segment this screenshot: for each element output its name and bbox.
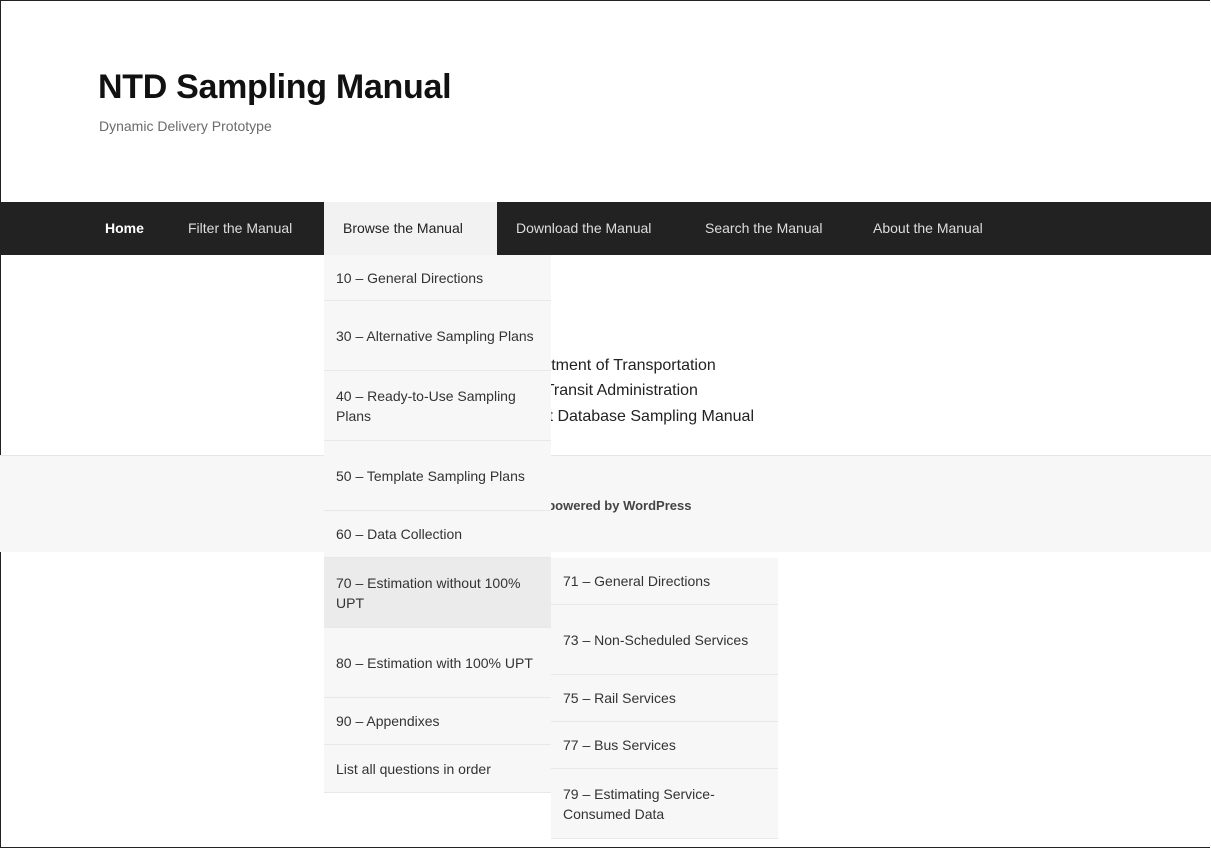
submenu-item-75[interactable]: 75 – Rail Services	[551, 675, 778, 722]
content-line-2: l Transit Administration	[537, 382, 698, 399]
browse-item-30[interactable]: 30 – Alternative Sampling Plans	[324, 301, 551, 371]
nav-search[interactable]: Search the Manual	[705, 202, 823, 255]
submenu-70: 71 – General Directions 73 – Non-Schedul…	[551, 558, 778, 839]
submenu-item-label: 73 – Non-Scheduled Services	[563, 631, 749, 648]
submenu-item-label: 77 – Bus Services	[563, 737, 676, 753]
content-line-1: artment of Transportation	[537, 357, 716, 374]
submenu-item-79[interactable]: 79 – Estimating Service-Consumed Data	[551, 769, 778, 839]
browse-dropdown: 10 – General Directions 30 – Alternative…	[324, 255, 551, 793]
content-line-3: sit Database Sampling Manual	[537, 408, 755, 425]
browse-item-40[interactable]: 40 – Ready-to-Use Sampling Plans	[324, 371, 551, 441]
browse-item-80[interactable]: 80 – Estimation with 100% UPT	[324, 628, 551, 698]
submenu-item-label: 75 – Rail Services	[563, 690, 676, 706]
main-navigation: Home Filter the Manual Browse the Manual…	[0, 202, 1211, 255]
browse-item-label: 50 – Template Sampling Plans	[336, 467, 525, 484]
browse-item-70[interactable]: 70 – Estimation without 100% UPT	[324, 558, 551, 628]
browse-item-label: 90 – Appendixes	[336, 713, 440, 729]
nav-about[interactable]: About the Manual	[873, 202, 983, 255]
nav-home[interactable]: Home	[105, 202, 144, 255]
nav-filter[interactable]: Filter the Manual	[188, 202, 292, 255]
browse-item-label: 10 – General Directions	[336, 269, 484, 286]
browse-item-label: 70 – Estimation without 100% UPT	[336, 574, 521, 611]
browse-item-label: 80 – Estimation with 100% UPT	[336, 654, 533, 671]
submenu-item-label: 79 – Estimating Service-Consumed Data	[563, 785, 715, 822]
browse-item-60[interactable]: 60 – Data Collection	[324, 511, 551, 558]
browse-item-10[interactable]: 10 – General Directions	[324, 255, 551, 301]
browse-item-all-questions[interactable]: List all questions in order	[324, 745, 551, 793]
browse-item-90[interactable]: 90 – Appendixes	[324, 698, 551, 745]
submenu-item-71[interactable]: 71 – General Directions	[551, 558, 778, 605]
submenu-item-77[interactable]: 77 – Bus Services	[551, 722, 778, 769]
site-description: Dynamic Delivery Prototype	[99, 118, 272, 134]
browse-item-50[interactable]: 50 – Template Sampling Plans	[324, 441, 551, 511]
browse-item-label: 40 – Ready-to-Use Sampling Plans	[336, 387, 516, 424]
site-title[interactable]: NTD Sampling Manual	[98, 68, 452, 107]
browse-item-label: List all questions in order	[336, 760, 491, 777]
nav-download[interactable]: Download the Manual	[516, 202, 651, 255]
browse-item-label: 30 – Alternative Sampling Plans	[336, 327, 534, 344]
submenu-item-label: 71 – General Directions	[563, 573, 711, 589]
footer-credit[interactable]: / powered by WordPress	[540, 498, 691, 513]
nav-browse[interactable]: Browse the Manual	[324, 202, 497, 255]
browse-item-label: 60 – Data Collection	[336, 526, 463, 542]
site-footer: / powered by WordPress	[0, 455, 1211, 552]
submenu-item-73[interactable]: 73 – Non-Scheduled Services	[551, 605, 778, 675]
